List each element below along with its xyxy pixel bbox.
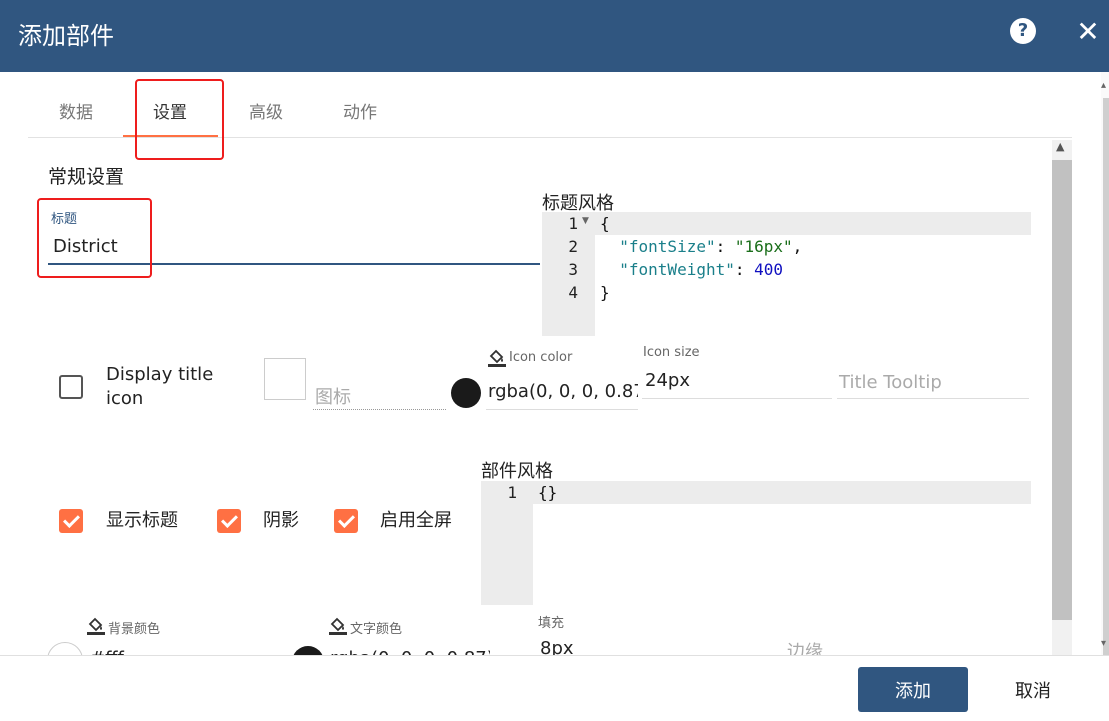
add-button[interactable]: 添加 (858, 667, 968, 712)
icon-preview[interactable] (264, 358, 306, 400)
line-number: 1 (507, 483, 517, 502)
tab-data[interactable]: 数据 (56, 98, 96, 123)
code-text: { (600, 214, 610, 233)
text-color-label: 文字颜色 (350, 622, 403, 637)
icon-size-input[interactable]: 24px (645, 370, 690, 391)
scroll-up-icon[interactable]: ▴ (1101, 80, 1106, 91)
display-title-icon-label: Display title icon (106, 364, 214, 409)
fullscreen-label: 启用全屏 (380, 510, 452, 531)
icon-color-label: Icon color (509, 350, 573, 365)
close-icon[interactable]: ✕ (1074, 18, 1102, 46)
code-string: "16px" (734, 237, 793, 256)
line-number: 2 (568, 237, 578, 256)
title-tooltip-underline (837, 398, 1029, 399)
scrollbar-thumb[interactable] (1052, 160, 1072, 620)
tab-highlight-box (135, 79, 224, 160)
icon-color-input[interactable]: rgba(0, 0, 0, 0.87 (488, 381, 638, 402)
line-number: 1 (568, 214, 578, 233)
title-highlight-box (37, 198, 152, 278)
background-color-label: 背景颜色 (108, 622, 161, 637)
icon-color-swatch[interactable] (451, 378, 481, 408)
code-key: "fontSize" (619, 237, 716, 256)
scroll-down-icon[interactable]: ▾ (1101, 638, 1106, 649)
code-line: "fontWeight": 400 (619, 260, 784, 279)
show-title-label: 显示标题 (106, 510, 178, 531)
dialog-scrollbar[interactable]: ▴ ▾ (1101, 72, 1109, 718)
dialog-title: 添加部件 (18, 22, 114, 50)
fullscreen-checkbox[interactable] (334, 509, 358, 533)
display-title-icon-checkbox[interactable] (59, 375, 83, 399)
active-line (533, 481, 1031, 504)
color-fill-icon (329, 617, 347, 635)
title-tooltip-input[interactable]: Title Tooltip (839, 372, 942, 393)
code-text: } (600, 283, 610, 302)
scroll-up-icon[interactable]: ▲ (1056, 140, 1064, 153)
code-line: "fontSize": "16px", (619, 237, 803, 256)
line-number: 4 (568, 283, 578, 302)
icon-color-underline (486, 409, 638, 410)
content-scrollbar[interactable]: ▲ (1052, 140, 1072, 655)
active-line (595, 212, 1031, 235)
code-text: {} (538, 483, 558, 502)
color-fill-icon (488, 349, 506, 367)
shadow-label: 阴影 (263, 510, 299, 531)
icon-size-label: Icon size (643, 345, 700, 360)
dialog-header: 添加部件 ? ✕ (0, 0, 1109, 72)
line-number: 3 (568, 260, 578, 279)
show-title-checkbox[interactable] (59, 509, 83, 533)
dialog-footer: 添加 取消 (0, 655, 1109, 721)
tab-actions[interactable]: 动作 (340, 98, 380, 123)
shadow-checkbox[interactable] (217, 509, 241, 533)
color-fill-icon (87, 617, 105, 635)
padding-label: 填充 (538, 616, 565, 631)
section-title: 常规设置 (48, 166, 125, 188)
icon-size-underline (642, 398, 832, 399)
tab-advanced[interactable]: 高级 (246, 98, 286, 123)
scrollbar-thumb[interactable] (1103, 98, 1109, 718)
icon-input[interactable]: 图标 (315, 383, 351, 409)
fold-icon[interactable]: ▼ (582, 216, 589, 226)
icon-input-underline (313, 409, 446, 410)
code-key: "fontWeight" (619, 260, 735, 279)
cancel-button[interactable]: 取消 (985, 667, 1081, 712)
help-icon[interactable]: ? (1010, 18, 1036, 44)
widget-style-label: 部件风格 (481, 461, 553, 482)
code-number: 400 (754, 260, 784, 279)
